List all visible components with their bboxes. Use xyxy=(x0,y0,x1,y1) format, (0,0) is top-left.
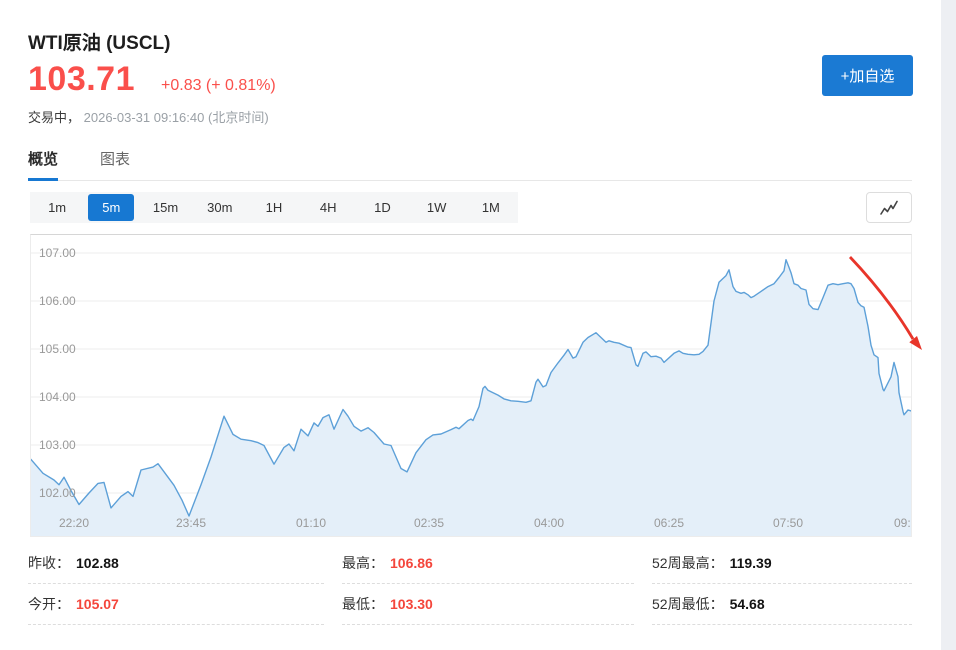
stat-value: 119.39 xyxy=(730,555,772,571)
trading-status: 交易中， xyxy=(28,110,80,125)
timezone-label: (北京时间) xyxy=(208,110,269,125)
chart-type-button[interactable] xyxy=(866,192,912,223)
stat-value: 102.88 xyxy=(76,555,119,571)
status-row: 交易中， 2026-03-31 09:16:40 (北京时间) xyxy=(28,107,269,126)
price-change: +0.83 (+ 0.81%) xyxy=(161,77,276,95)
stat-label: 昨收： xyxy=(28,553,70,573)
stat-item: 52周最低： 54.68 xyxy=(652,584,912,625)
svg-text:06:25: 06:25 xyxy=(654,516,684,530)
timeframe-button-1H[interactable]: 1H xyxy=(251,194,297,221)
last-price: 103.71 xyxy=(28,60,135,99)
chart-canvas: 107.00 106.00 105.00 104.00 103.00 102.00 22:2… xyxy=(31,235,911,536)
timeframe-button-15m[interactable]: 15m xyxy=(143,194,189,221)
tab-chart[interactable]: 图表 xyxy=(100,146,130,180)
stat-label: 52周最高： xyxy=(652,553,724,573)
timeframe-button-30m[interactable]: 30m xyxy=(197,194,243,221)
timeframe-bar: 1m 5m 15m 30m 1H 4H 1D 1W 1M xyxy=(30,192,518,223)
svg-text:01:10: 01:10 xyxy=(296,516,326,530)
stat-value: 106.86 xyxy=(390,555,433,571)
svg-text:23:45: 23:45 xyxy=(176,516,206,530)
timeframe-button-1W[interactable]: 1W xyxy=(414,194,460,221)
svg-text:107.00: 107.00 xyxy=(39,246,76,260)
svg-text:04:00: 04:00 xyxy=(534,516,564,530)
price-chart[interactable]: 107.00 106.00 105.00 104.00 103.00 102.00 22:2… xyxy=(30,234,912,537)
scrollbar[interactable] xyxy=(941,0,956,650)
tab-chart-label: 图表 xyxy=(100,151,130,168)
stat-label: 最低： xyxy=(342,594,384,614)
svg-text:104.00: 104.00 xyxy=(39,390,76,404)
stat-value: 103.30 xyxy=(390,596,433,612)
svg-text:07:50: 07:50 xyxy=(773,516,803,530)
tab-overview[interactable]: 概览 xyxy=(28,146,58,180)
line-chart-icon xyxy=(878,198,900,218)
stat-value: 54.68 xyxy=(730,596,765,612)
stat-label: 52周最低： xyxy=(652,594,724,614)
price-row: 103.71 +0.83 (+ 0.81%) xyxy=(28,60,276,99)
stat-item: 52周最高： 119.39 xyxy=(652,543,912,584)
stat-item: 最高： 106.86 xyxy=(342,543,634,584)
stat-item: 最低： 103.30 xyxy=(342,584,634,625)
stat-item: 昨收： 102.88 xyxy=(28,543,324,584)
svg-text:09:15: 09:15 xyxy=(894,516,911,530)
svg-text:02:35: 02:35 xyxy=(414,516,444,530)
svg-text:22:20: 22:20 xyxy=(59,516,89,530)
timeframe-button-5m[interactable]: 5m xyxy=(88,194,134,221)
timeframe-button-1m[interactable]: 1m xyxy=(34,194,80,221)
svg-text:105.00: 105.00 xyxy=(39,342,76,356)
add-watchlist-button[interactable]: +加自选 xyxy=(822,55,913,96)
quote-page: WTI原油 (USCL) +加自选 103.71 +0.83 (+ 0.81%)… xyxy=(0,0,956,650)
tab-overview-label: 概览 xyxy=(28,151,58,168)
instrument-title: WTI原油 (USCL) xyxy=(28,28,170,55)
tab-bar: 概览 图表 xyxy=(28,146,912,181)
svg-text:106.00: 106.00 xyxy=(39,294,76,308)
stat-label: 今开： xyxy=(28,594,70,614)
svg-text:103.00: 103.00 xyxy=(39,438,76,452)
svg-text:102.00: 102.00 xyxy=(39,486,76,500)
stat-item: 今开： 105.07 xyxy=(28,584,324,625)
timeframe-button-1D[interactable]: 1D xyxy=(359,194,405,221)
stat-label: 最高： xyxy=(342,553,384,573)
timeframe-button-4H[interactable]: 4H xyxy=(305,194,351,221)
stats-table: 昨收： 102.88 最高： 106.86 52周最高： 119.39 今开： 105.07 最… xyxy=(28,543,912,625)
stat-value: 105.07 xyxy=(76,596,119,612)
quote-timestamp: 2026-03-31 09:16:40 xyxy=(84,110,205,125)
timeframe-button-1M[interactable]: 1M xyxy=(468,194,514,221)
